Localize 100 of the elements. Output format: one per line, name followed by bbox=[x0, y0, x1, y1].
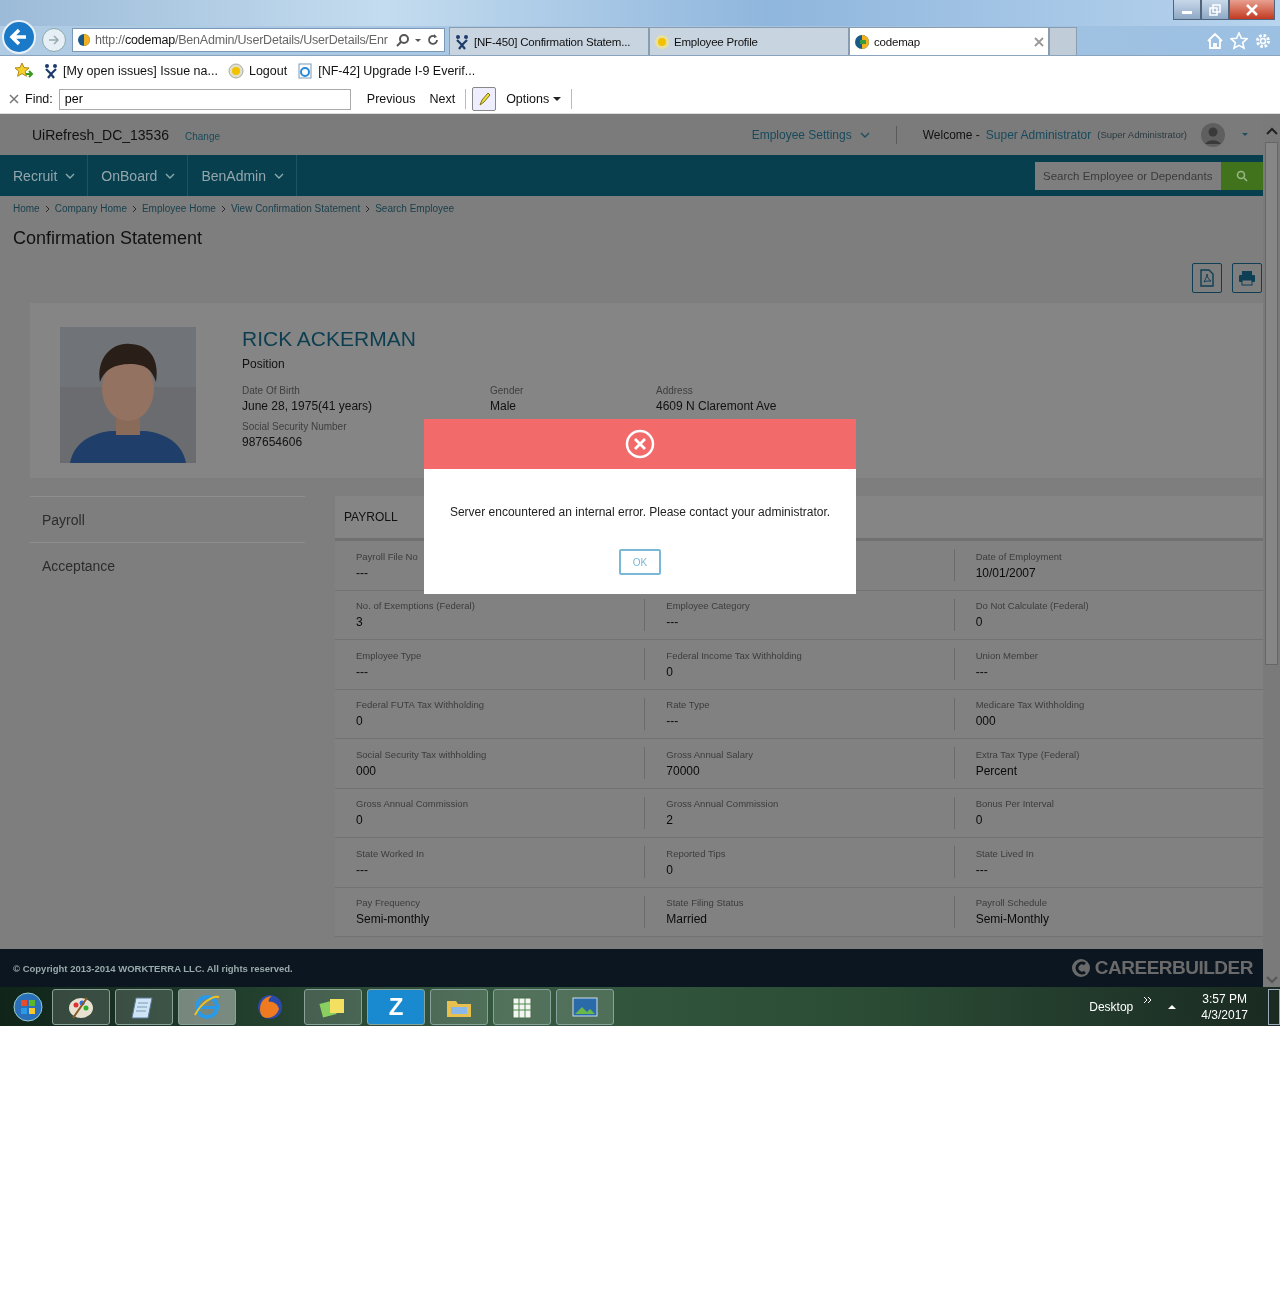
browser-icon[interactable] bbox=[178, 988, 236, 1025]
field-label: Extra Tax Type (Federal) bbox=[975, 748, 1080, 760]
search-button[interactable] bbox=[1221, 161, 1263, 190]
next-button[interactable]: Next bbox=[425, 92, 460, 106]
paint-icon[interactable] bbox=[52, 988, 110, 1025]
breadcrumb-link[interactable]: Search Employee bbox=[375, 203, 455, 214]
tray-arrow-icon[interactable] bbox=[1167, 1002, 1178, 1011]
error-message: Server encountered an internal error. Please contact your administrator. bbox=[449, 505, 831, 519]
field-value: 0 bbox=[975, 813, 983, 828]
clock[interactable]: 3:57 PM 4/3/2017 bbox=[1201, 991, 1248, 1022]
chevron-icon bbox=[165, 171, 176, 180]
nav-menu[interactable]: OnBoard bbox=[88, 155, 189, 196]
app-launcher[interactable]: Z bbox=[367, 988, 425, 1025]
field-label: State Lived In bbox=[975, 847, 1034, 859]
favorite-link[interactable]: Logout bbox=[227, 62, 288, 79]
nav-menu[interactable]: Recruit bbox=[0, 155, 89, 196]
field-value: 0 bbox=[356, 813, 363, 828]
favorites-icon[interactable] bbox=[14, 61, 34, 80]
field-label: Date Of Birth bbox=[242, 385, 301, 396]
notes-icon[interactable] bbox=[304, 988, 362, 1025]
chevron-icon bbox=[131, 204, 137, 213]
field-label: Social Security Number bbox=[242, 421, 348, 432]
position-label: Position bbox=[242, 357, 286, 371]
field-label: Federal FUTA Tax Withholding bbox=[356, 699, 484, 711]
spreadsheet-icon[interactable] bbox=[493, 988, 551, 1025]
print-icon bbox=[1238, 270, 1256, 286]
change-link[interactable]: Change bbox=[184, 131, 220, 142]
field-value: 70000 bbox=[666, 763, 700, 778]
back-button[interactable] bbox=[2, 20, 36, 54]
field-value: Semi-Monthly bbox=[975, 912, 1049, 927]
address-field[interactable]: http://codemap/BenAdmin/UserDetails/UserDetails/Enr bbox=[72, 28, 445, 52]
field-label: Employee Category bbox=[666, 600, 750, 612]
close-icon[interactable] bbox=[1034, 36, 1044, 47]
field-value: 0 bbox=[356, 714, 363, 729]
field-label: Bonus Per Interval bbox=[975, 798, 1054, 810]
close-icon bbox=[1245, 3, 1259, 16]
field-value: Married bbox=[666, 912, 707, 927]
scrollbar[interactable] bbox=[1263, 114, 1280, 987]
breadcrumb-link[interactable]: Employee Home bbox=[141, 203, 216, 214]
search-icon[interactable] bbox=[396, 33, 410, 47]
print-button[interactable] bbox=[1232, 263, 1262, 293]
folder-icon[interactable] bbox=[430, 988, 488, 1025]
field-label: Employee Type bbox=[356, 649, 422, 661]
logo-mark-icon bbox=[1070, 958, 1091, 978]
employee-settings-menu[interactable]: Employee Settings bbox=[751, 127, 870, 142]
refresh-icon[interactable] bbox=[426, 33, 440, 47]
notebook-icon[interactable] bbox=[115, 988, 173, 1025]
browser-tab[interactable]: [NF-450] Confirmation Statem... bbox=[449, 27, 649, 55]
scrollbar-thumb[interactable] bbox=[1265, 142, 1278, 665]
options-button[interactable]: Options bbox=[502, 92, 566, 106]
side-menu-item[interactable]: Payroll bbox=[30, 496, 305, 542]
find-label: Find: bbox=[25, 92, 53, 106]
previous-button[interactable]: Previous bbox=[362, 92, 420, 106]
avatar-icon[interactable] bbox=[1201, 122, 1225, 147]
breadcrumb-link[interactable]: Company Home bbox=[54, 203, 127, 214]
field-label: Address bbox=[656, 385, 694, 396]
field-value: 4609 N Claremont Ave bbox=[656, 399, 778, 413]
field-label: Gross Annual Commission bbox=[356, 798, 468, 810]
field-value: --- bbox=[356, 664, 368, 679]
favorite-link[interactable]: [NF-42] Upgrade I-9 Everif... bbox=[297, 62, 476, 79]
pencil-icon bbox=[476, 91, 493, 107]
back-arrow-icon bbox=[9, 27, 29, 47]
chevron-icon[interactable] bbox=[1143, 994, 1154, 1005]
restore-icon bbox=[1208, 3, 1222, 16]
restore-button[interactable] bbox=[1201, 0, 1229, 20]
field-value: --- bbox=[356, 862, 368, 877]
user-role: (Super Administrator) bbox=[1097, 129, 1187, 140]
careerbuilder-logo: CAREERBUILDER bbox=[1070, 957, 1253, 979]
minimize-button[interactable] bbox=[1173, 0, 1201, 20]
photo-viewer-icon[interactable] bbox=[556, 988, 614, 1025]
nav-menu[interactable]: BenAdmin bbox=[188, 155, 297, 196]
pdf-button[interactable] bbox=[1192, 263, 1222, 293]
close-icon[interactable] bbox=[9, 94, 19, 104]
breadcrumb-link[interactable]: Home bbox=[13, 203, 40, 214]
page-icon bbox=[297, 62, 314, 79]
browser-tab[interactable]: Employee Profile bbox=[649, 27, 849, 55]
field-label: Reported Tips bbox=[666, 847, 726, 859]
field-label: Do Not Calculate (Federal) bbox=[975, 600, 1089, 612]
forward-arrow-icon bbox=[47, 33, 61, 47]
field-label: Gross Annual Salary bbox=[666, 748, 753, 760]
error-icon bbox=[625, 429, 655, 459]
user-name[interactable]: Super Administrator bbox=[985, 127, 1092, 142]
chevron-icon bbox=[220, 204, 226, 213]
close-button[interactable] bbox=[1229, 0, 1275, 20]
find-field[interactable]: per bbox=[58, 88, 351, 110]
field-value: --- bbox=[975, 862, 988, 877]
sun-icon bbox=[654, 33, 670, 50]
browser-tab[interactable]: codemap bbox=[849, 27, 1049, 55]
desktop-toolbar[interactable]: Desktop bbox=[1089, 999, 1134, 1014]
show-desktop-button[interactable] bbox=[1268, 988, 1280, 1025]
page-title: Confirmation Statement bbox=[12, 227, 204, 249]
field-value: Semi-monthly bbox=[356, 912, 430, 927]
highlight-button[interactable] bbox=[472, 87, 497, 111]
star-icon[interactable] bbox=[1230, 32, 1248, 50]
search-field[interactable]: Search Employee or Dependants bbox=[1035, 161, 1221, 190]
breadcrumb-link[interactable]: View Confirmation Statement bbox=[230, 203, 361, 214]
field-label: State Filing Status bbox=[666, 897, 744, 909]
favorite-link[interactable]: [My open issues] Issue na... bbox=[44, 62, 218, 79]
field-label: Federal Income Tax Withholding bbox=[666, 649, 802, 661]
side-menu-item[interactable]: Acceptance bbox=[30, 542, 305, 588]
